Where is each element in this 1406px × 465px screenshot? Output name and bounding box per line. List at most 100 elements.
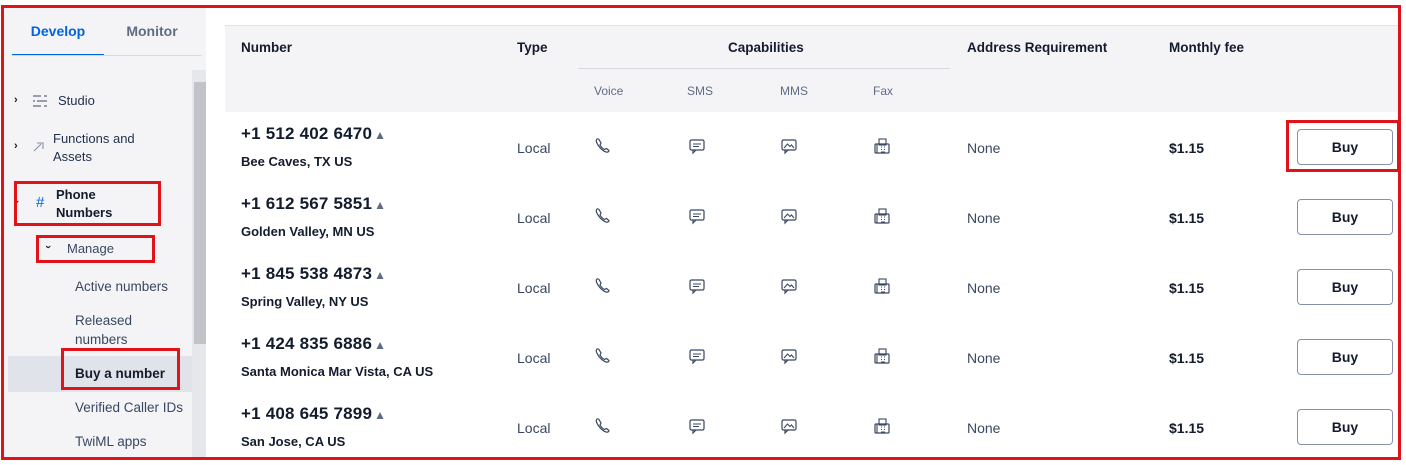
header-fax: Fax [873, 84, 894, 98]
fax-icon [874, 138, 890, 154]
buy-button[interactable]: Buy [1297, 129, 1393, 165]
table-row: +1 424 835 6886 ▲ Santa Monica Mar Vista,… [225, 322, 1398, 393]
number-location: Golden Valley, MN US [241, 224, 375, 239]
buy-button[interactable]: Buy [1297, 199, 1393, 235]
address-requirement: None [967, 210, 1001, 226]
sidebar-subitem-active-numbers[interactable]: Active numbers [75, 277, 168, 296]
number-location: Bee Caves, TX US [241, 154, 353, 169]
caret-up-icon: ▲ [374, 198, 387, 212]
monthly-fee: $1.15 [1169, 350, 1205, 366]
phone-number-text: +1 512 402 6470 [241, 124, 373, 143]
sidebar-item-label: Phone Numbers [56, 187, 113, 220]
chevron-right-icon: › [14, 140, 18, 152]
sidebar-item-label: Functions and Assets [53, 131, 135, 164]
tab-monitor[interactable]: Monitor [104, 8, 200, 54]
caret-up-icon: ▲ [374, 268, 387, 282]
phone-number: +1 424 835 6886 ▲ [241, 334, 386, 354]
tabs-divider [12, 55, 202, 56]
phone-icon [595, 208, 610, 223]
sidebar-item-studio[interactable]: › Studio [4, 92, 192, 112]
sidebar-scrollbar-thumb[interactable] [194, 82, 206, 344]
chevron-down-icon: › [41, 245, 54, 249]
sidebar-subitem-verified-caller-ids[interactable]: Verified Caller IDs [75, 398, 183, 417]
phone-icon [595, 348, 610, 363]
hash-icon: # [36, 194, 45, 211]
address-requirement: None [967, 280, 1001, 296]
monthly-fee: $1.15 [1169, 280, 1205, 296]
phone-icon [595, 138, 610, 153]
phone-icon [595, 278, 610, 293]
header-voice: Voice [594, 84, 624, 98]
sidebar: Develop Monitor › Studio › Functions and… [4, 8, 206, 460]
phone-number: +1 845 538 4873 ▲ [241, 264, 386, 284]
phone-number-text: +1 845 538 4873 [241, 264, 373, 283]
functions-icon [33, 142, 44, 152]
capabilities-divider [578, 68, 950, 69]
chevron-down-icon: › [9, 200, 22, 204]
fax-icon [874, 208, 890, 224]
number-type: Local [517, 140, 551, 156]
header-number: Number [241, 40, 293, 55]
chat-icon [689, 279, 705, 295]
fax-icon [874, 278, 890, 294]
sidebar-item-label: Manage [67, 241, 114, 256]
phone-number-text: +1 408 645 7899 [241, 404, 373, 423]
monthly-fee: $1.15 [1169, 140, 1205, 156]
caret-up-icon: ▲ [374, 408, 387, 422]
phone-number-text: +1 424 835 6886 [241, 334, 373, 353]
sidebar-subitem-buy-a-number[interactable]: Buy a number [75, 364, 165, 383]
table-row: +1 845 538 4873 ▲ Spring Valley, NY US Lo… [225, 252, 1398, 323]
table-row: +1 408 645 7899 ▲ San Jose, CA US Local N… [225, 392, 1398, 462]
sidebar-item-manage[interactable]: › Manage [40, 240, 150, 262]
table-row: +1 612 567 5851 ▲ Golden Valley, MN US Lo… [225, 182, 1398, 253]
phone-number: +1 408 645 7899 ▲ [241, 404, 386, 424]
caret-up-icon: ▲ [374, 128, 387, 142]
sidebar-item-functions[interactable]: › Functions and Assets [4, 130, 192, 170]
chat-icon [689, 209, 705, 225]
chat-icon [689, 419, 705, 435]
image-message-icon [781, 349, 797, 365]
chat-icon [689, 349, 705, 365]
phone-number-text: +1 612 567 5851 [241, 194, 373, 213]
table-row: +1 512 402 6470 ▲ Bee Caves, TX US Local … [225, 112, 1398, 183]
header-type: Type [517, 40, 548, 55]
sidebar-subitem-twiml-apps[interactable]: TwiML apps [75, 432, 147, 451]
fax-icon [874, 418, 890, 434]
sidebar-subitem-released-numbers[interactable]: Released numbers [75, 311, 165, 349]
chat-icon [689, 139, 705, 155]
image-message-icon [781, 209, 797, 225]
fax-icon [874, 348, 890, 364]
caret-up-icon: ▲ [374, 338, 387, 352]
table-header: Number Type Capabilities Address Require… [225, 25, 1398, 113]
sidebar-tabs: Develop Monitor [8, 8, 202, 64]
sidebar-item-label: Studio [58, 93, 95, 108]
phone-number: +1 612 567 5851 ▲ [241, 194, 386, 214]
header-address: Address Requirement [967, 40, 1108, 55]
header-mms: MMS [780, 84, 808, 98]
image-message-icon [781, 419, 797, 435]
sidebar-item-phone-numbers[interactable]: › # Phone Numbers [4, 186, 192, 226]
address-requirement: None [967, 140, 1001, 156]
monthly-fee: $1.15 [1169, 210, 1205, 226]
tab-develop[interactable]: Develop [12, 8, 104, 56]
buy-button[interactable]: Buy [1297, 409, 1393, 445]
phone-number: +1 512 402 6470 ▲ [241, 124, 386, 144]
image-message-icon [781, 139, 797, 155]
monthly-fee: $1.15 [1169, 420, 1205, 436]
address-requirement: None [967, 350, 1001, 366]
buy-button[interactable]: Buy [1297, 339, 1393, 375]
buy-button[interactable]: Buy [1297, 269, 1393, 305]
number-type: Local [517, 350, 551, 366]
number-type: Local [517, 420, 551, 436]
number-type: Local [517, 280, 551, 296]
studio-flow-icon [33, 95, 47, 107]
numbers-table: Number Type Capabilities Address Require… [206, 8, 1398, 462]
header-sms: SMS [687, 84, 714, 98]
number-location: San Jose, CA US [241, 434, 346, 449]
header-fee: Monthly fee [1169, 40, 1245, 55]
address-requirement: None [967, 420, 1001, 436]
header-capabilities: Capabilities [728, 40, 804, 55]
chevron-right-icon: › [14, 94, 18, 106]
number-location: Spring Valley, NY US [241, 294, 369, 309]
phone-icon [595, 418, 610, 433]
